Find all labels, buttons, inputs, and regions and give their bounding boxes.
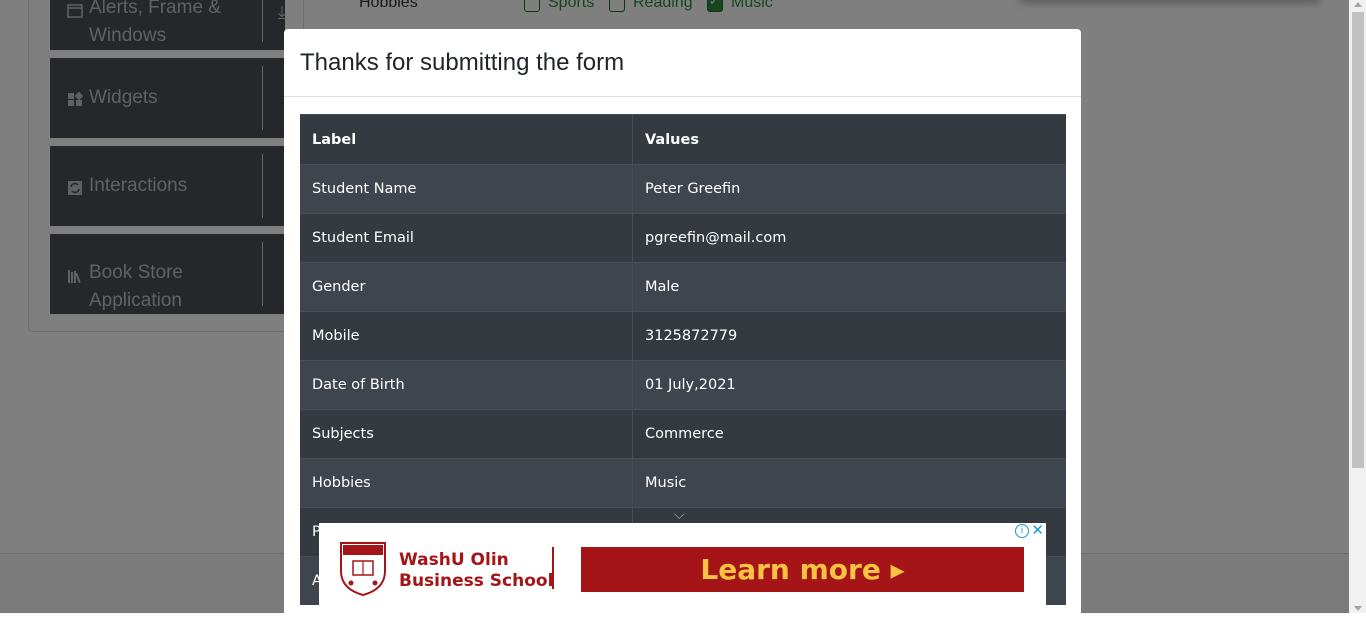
table-row: Student Email pgreefin@mail.com <box>300 213 1066 263</box>
row-label: Student Email <box>300 213 633 263</box>
row-label: Gender <box>300 262 633 312</box>
learn-more-button[interactable]: Learn more ▸ <box>581 547 1024 592</box>
row-label: Mobile <box>300 311 633 361</box>
row-value: Music <box>632 458 1066 508</box>
row-value: Commerce <box>632 409 1066 459</box>
label-column-header: Label <box>300 114 633 165</box>
ad-divider <box>552 547 554 589</box>
ad-info-icon[interactable]: i <box>1015 524 1029 538</box>
table-row: Mobile 3125872779 <box>300 311 1066 361</box>
ad-brand-line1: WashU Olin <box>399 550 509 570</box>
table-row: Subjects Commerce <box>300 409 1066 459</box>
row-value: pgreefin@mail.com <box>632 213 1066 263</box>
row-label: Student Name <box>300 164 633 214</box>
row-value: Peter Greefin <box>632 164 1066 214</box>
row-value: Male <box>632 262 1066 312</box>
modal-title: Thanks for submitting the form <box>300 49 625 76</box>
values-column-header: Values <box>632 114 1066 165</box>
modal-header: Thanks for submitting the form <box>284 29 1081 97</box>
table-row: Hobbies Music <box>300 458 1066 508</box>
scrollbar-thumb[interactable] <box>1352 12 1364 468</box>
ad-brand-name: WashU Olin Business School <box>399 550 553 592</box>
ad-close-icon[interactable]: ✕ <box>1031 523 1044 539</box>
ad-banner[interactable]: i ✕ WashU Olin Business School Learn mor… <box>319 523 1046 613</box>
washu-shield-logo <box>340 542 386 597</box>
ad-brand-line2: Business School <box>399 571 554 591</box>
page-scrollbar[interactable] <box>1349 0 1366 613</box>
table-row: Date of Birth 01 July,2021 <box>300 360 1066 410</box>
row-label: Hobbies <box>300 458 633 508</box>
scroll-up-arrow-icon[interactable] <box>1354 2 1362 7</box>
scroll-down-arrow-icon[interactable] <box>1354 606 1362 611</box>
row-label: Subjects <box>300 409 633 459</box>
row-value: 01 July,2021 <box>632 360 1066 410</box>
table-row: Gender Male <box>300 262 1066 312</box>
table-header-row: Label Values <box>300 114 1066 165</box>
table-row: Student Name Peter Greefin <box>300 164 1066 214</box>
ad-collapse-chevron-icon[interactable]: ⌵ <box>674 507 685 523</box>
row-value: 3125872779 <box>632 311 1066 361</box>
row-label: Date of Birth <box>300 360 633 410</box>
